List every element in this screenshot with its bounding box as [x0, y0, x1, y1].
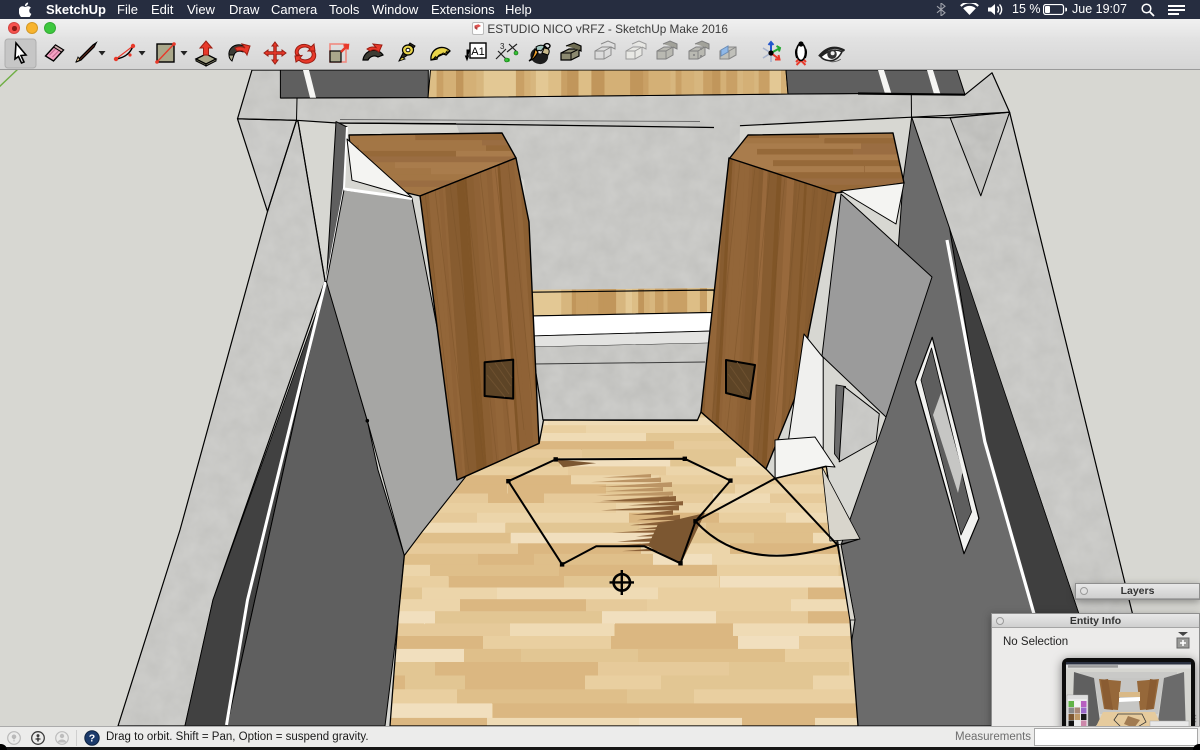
svg-text:?: ? — [89, 732, 95, 744]
svg-text:A1: A1 — [471, 46, 484, 58]
svg-text:3: 3 — [500, 42, 505, 51]
